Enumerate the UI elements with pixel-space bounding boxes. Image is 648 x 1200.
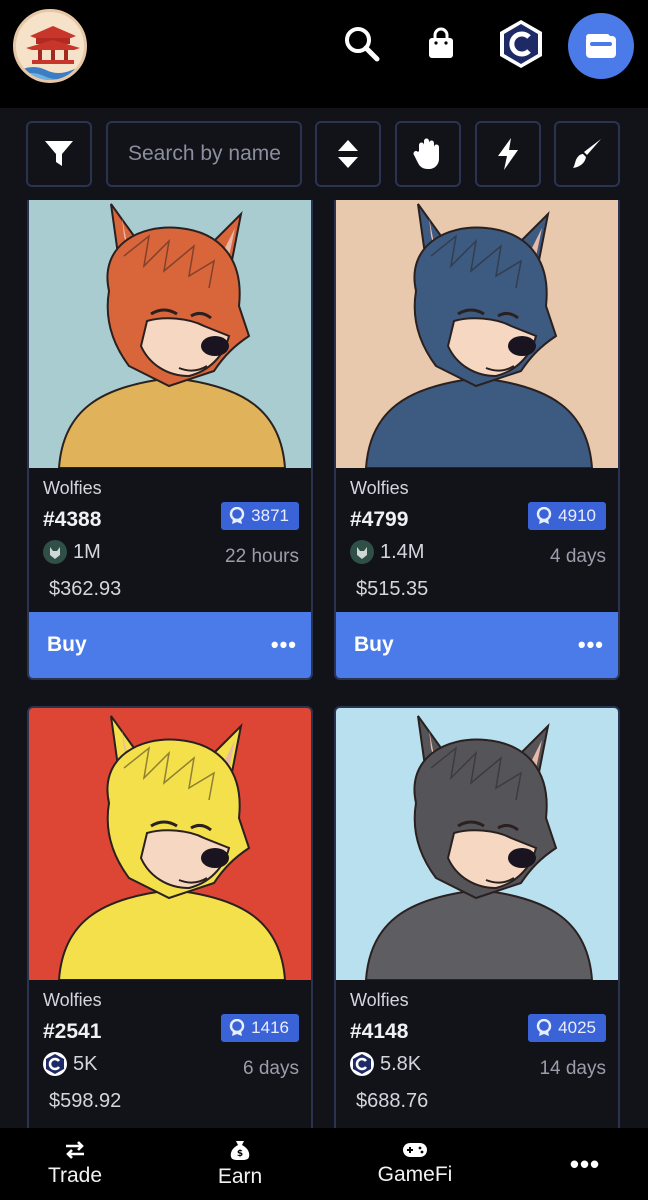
collection-name[interactable]: Wolfies xyxy=(350,990,409,1011)
rank-medal-icon xyxy=(536,507,552,524)
wallet-icon xyxy=(586,34,616,58)
nav-earn-label: Earn xyxy=(217,1165,263,1188)
volume-value: 1M xyxy=(73,540,101,563)
nav-more[interactable]: ••• xyxy=(555,1128,615,1200)
rank-badge: 3871 xyxy=(221,502,299,530)
svg-text:$: $ xyxy=(237,1149,243,1159)
volume-value: 5.8K xyxy=(380,1052,422,1075)
rank-value: 4025 xyxy=(558,1018,596,1037)
rank-badge: 1416 xyxy=(221,1014,299,1042)
token-id: #4388 xyxy=(43,508,102,531)
price: $515.35 xyxy=(356,578,429,600)
gamepad-icon xyxy=(403,1143,427,1157)
buy-bar: Buy ••• xyxy=(29,612,311,678)
rank-value: 3871 xyxy=(251,506,289,525)
volume-value: 1.4M xyxy=(380,540,425,563)
nft-image[interactable] xyxy=(336,708,618,980)
bottom-nav: Trade $ Earn GameFi ••• xyxy=(0,1128,648,1200)
rank-medal-icon xyxy=(229,1019,245,1036)
rank-value: 4910 xyxy=(558,506,596,525)
collection-name[interactable]: Wolfies xyxy=(43,990,102,1011)
nft-card[interactable]: Wolfies #4148 4025 5.8K 14 days $688.76 xyxy=(334,706,620,1128)
nav-gamefi[interactable]: GameFi xyxy=(360,1128,470,1200)
token-id: #2541 xyxy=(43,1020,102,1043)
filter-toolbar xyxy=(0,108,648,200)
nav-earn[interactable]: $ Earn xyxy=(195,1128,285,1200)
buy-button[interactable]: Buy xyxy=(47,633,87,657)
token-id: #4148 xyxy=(350,1020,409,1043)
listing-age: 4 days xyxy=(550,546,606,567)
swap-arrows-icon xyxy=(66,1141,84,1159)
search-field[interactable] xyxy=(106,121,302,187)
coin-c-icon[interactable] xyxy=(491,14,551,74)
nft-grid: Wolfies #4388 3871 1M 22 hours $362.93 B… xyxy=(0,200,648,1128)
bolt-filter-button[interactable] xyxy=(475,121,541,187)
buy-bar: Buy ••• xyxy=(336,612,618,678)
volume-value: 5K xyxy=(73,1052,98,1075)
brush-icon xyxy=(573,139,601,168)
price: $688.76 xyxy=(356,1090,429,1112)
buy-button[interactable]: Buy xyxy=(354,633,394,657)
wallet-button[interactable] xyxy=(568,13,634,79)
listing-age: 6 days xyxy=(243,1058,299,1079)
money-bag-icon: $ xyxy=(230,1141,250,1160)
volume: 1.4M xyxy=(350,540,424,564)
temple-logo[interactable] xyxy=(13,9,87,83)
listing-age: 22 hours xyxy=(225,546,299,567)
hand-icon xyxy=(413,138,439,169)
more-options-icon[interactable]: ••• xyxy=(271,632,297,658)
app-header xyxy=(0,0,648,108)
sort-icon xyxy=(338,140,358,168)
rank-medal-icon xyxy=(229,507,245,524)
volume: 5K xyxy=(43,1052,97,1076)
nft-card[interactable]: Wolfies #4799 4910 1.4M 4 days $515.35 B… xyxy=(334,200,620,680)
listing-age: 14 days xyxy=(539,1058,606,1079)
nft-image[interactable] xyxy=(29,708,311,980)
coin-c-icon xyxy=(350,1052,374,1076)
brush-filter-button[interactable] xyxy=(554,121,620,187)
token-id: #4799 xyxy=(350,508,409,531)
bolt-icon xyxy=(498,138,518,170)
hand-filter-button[interactable] xyxy=(395,121,461,187)
wolf-coin-icon xyxy=(43,540,67,564)
filter-icon xyxy=(45,141,73,166)
nft-image[interactable] xyxy=(29,200,311,468)
shopping-bag-icon[interactable] xyxy=(411,14,471,74)
nav-trade[interactable]: Trade xyxy=(30,1128,120,1200)
nft-card[interactable]: Wolfies #4388 3871 1M 22 hours $362.93 B… xyxy=(27,200,313,680)
search-icon[interactable] xyxy=(332,14,392,74)
rank-value: 1416 xyxy=(251,1018,289,1037)
nft-image[interactable] xyxy=(336,200,618,468)
filter-button[interactable] xyxy=(26,121,92,187)
price: $362.93 xyxy=(49,578,122,600)
more-options-icon[interactable]: ••• xyxy=(578,632,604,658)
collection-name[interactable]: Wolfies xyxy=(43,478,102,499)
nft-card[interactable]: Wolfies #2541 1416 5K 6 days $598.92 xyxy=(27,706,313,1128)
nav-trade-label: Trade xyxy=(47,1164,103,1187)
rank-badge: 4910 xyxy=(528,502,606,530)
volume: 1M xyxy=(43,540,101,564)
rank-badge: 4025 xyxy=(528,1014,606,1042)
price: $598.92 xyxy=(49,1090,122,1112)
more-icon: ••• xyxy=(569,1148,601,1179)
search-input[interactable] xyxy=(128,142,300,166)
wolf-coin-icon xyxy=(350,540,374,564)
coin-c-icon xyxy=(43,1052,67,1076)
nav-gamefi-label: GameFi xyxy=(377,1163,453,1186)
sort-button[interactable] xyxy=(315,121,381,187)
volume: 5.8K xyxy=(350,1052,421,1076)
rank-medal-icon xyxy=(536,1019,552,1036)
collection-name[interactable]: Wolfies xyxy=(350,478,409,499)
